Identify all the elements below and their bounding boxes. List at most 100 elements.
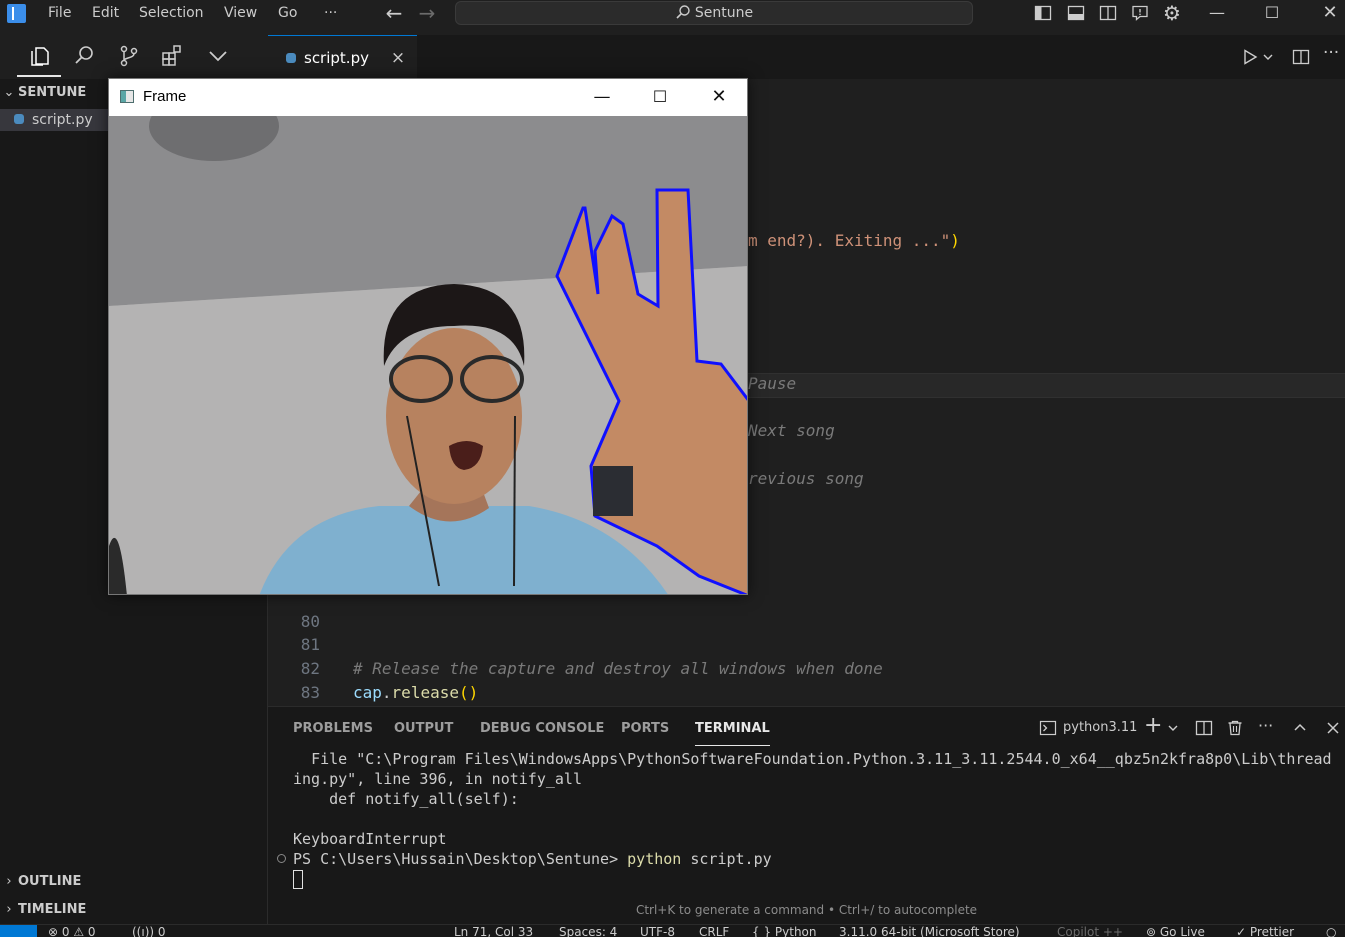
menu-file[interactable]: File <box>48 0 71 26</box>
terminal-command: python <box>627 850 682 868</box>
command-center-label: Sentune <box>694 5 754 21</box>
code-line-83: 83 cv2.destroyAllWindows() <box>268 657 1345 726</box>
comment-fragment-next: Next song <box>748 421 835 440</box>
menu-more[interactable]: ··· <box>324 0 337 26</box>
line-number: 83 <box>300 683 320 702</box>
tab-script-py[interactable]: script.py × <box>268 35 417 79</box>
search-icon[interactable] <box>72 43 98 69</box>
window-minimize-icon[interactable]: — <box>1203 0 1231 26</box>
terminal-line: KeyboardInterrupt <box>293 830 447 848</box>
webcam-feed-image <box>109 116 747 594</box>
status-encoding[interactable]: UTF-8 <box>640 926 675 937</box>
frame-window-title: Frame <box>143 88 187 105</box>
more-actions-icon[interactable]: ··· <box>1323 43 1339 63</box>
terminal-prompt: PS C:\Users\Hussain\Desktop\Sentune> <box>293 850 628 868</box>
frame-window-titlebar[interactable]: Frame — ☐ ✕ <box>109 79 747 116</box>
split-terminal-icon[interactable] <box>1195 719 1213 737</box>
status-indentation[interactable]: Spaces: 4 <box>559 926 617 937</box>
python-file-icon <box>286 53 296 63</box>
menu-go[interactable]: Go <box>278 0 297 26</box>
tab-problems[interactable]: PROBLEMS <box>293 721 373 745</box>
menu-selection[interactable]: Selection <box>139 0 204 26</box>
terminal-command-args: script.py <box>681 850 772 868</box>
title-bar: File Edit Selection View Go ··· ← → Sent… <box>0 0 1345 35</box>
editor-tabs-bar: script.py × ··· <box>268 35 1345 79</box>
chevron-right-icon: › <box>6 902 12 917</box>
frame-close-icon[interactable]: ✕ <box>704 85 734 109</box>
more-actions-icon[interactable]: ··· <box>1258 716 1273 735</box>
back-arrow-icon[interactable]: ← <box>385 3 403 23</box>
vscode-logo-icon <box>7 4 26 23</box>
explorer-icon[interactable] <box>27 43 53 69</box>
terminal-line: File "C:\Program Files\WindowsApps\Pytho… <box>293 750 1332 788</box>
terminal-line: def notify_all(self): <box>293 790 519 808</box>
terminal-dropdown-chevron-icon[interactable] <box>1167 722 1179 734</box>
code-line-82: 82 cap.release() <box>268 633 1345 702</box>
active-view-indicator <box>17 75 61 77</box>
outline-section[interactable]: › OUTLINE <box>0 871 267 893</box>
extensions-icon[interactable] <box>159 43 185 69</box>
frame-window-app-icon <box>120 90 134 103</box>
settings-gear-icon[interactable]: ⚙ <box>1163 3 1181 23</box>
new-terminal-plus-icon[interactable]: + <box>1144 713 1162 738</box>
status-problems[interactable]: ⊗ 0 ⚠ 0 <box>48 926 96 937</box>
code-dot: . <box>381 683 392 702</box>
feedback-icon[interactable] <box>1131 4 1149 22</box>
terminal-shell-label[interactable]: python3.11 <box>1063 720 1137 735</box>
toggle-panel-icon[interactable] <box>1067 4 1085 22</box>
status-prettier[interactable]: ✓ Prettier <box>1236 926 1294 937</box>
tab-ports[interactable]: PORTS <box>621 721 669 745</box>
tab-output[interactable]: OUTPUT <box>394 721 453 745</box>
bottom-panel: PROBLEMS OUTPUT DEBUG CONSOLE PORTS TERM… <box>268 706 1345 925</box>
status-cursor-position[interactable]: Ln 71, Col 33 <box>454 926 533 937</box>
string-fragment: m end?). Exiting ...") <box>748 229 960 253</box>
run-dropdown-chevron-icon[interactable] <box>1262 51 1274 63</box>
toggle-secondary-sidebar-icon[interactable] <box>1099 4 1117 22</box>
trash-icon[interactable] <box>1226 719 1244 737</box>
menu-edit[interactable]: Edit <box>92 0 119 26</box>
python-file-icon <box>14 114 24 124</box>
terminal-hint: Ctrl+K to generate a command • Ctrl+/ to… <box>635 903 978 917</box>
tab-debug-console[interactable]: DEBUG CONSOLE <box>480 721 604 745</box>
activity-bar <box>0 35 268 79</box>
window-close-icon[interactable]: ✕ <box>1316 0 1344 26</box>
chevron-down-icon[interactable] <box>205 43 231 69</box>
notifications-bell-icon[interactable]: ○ <box>1326 926 1336 937</box>
menu-view[interactable]: View <box>224 0 257 26</box>
command-center-search[interactable]: Sentune <box>455 1 973 25</box>
status-eol[interactable]: CRLF <box>699 926 729 937</box>
status-language[interactable]: { } Python <box>752 926 817 937</box>
window-maximize-icon[interactable]: ☐ <box>1258 0 1286 26</box>
maximize-panel-chevron-up-icon[interactable] <box>1292 720 1308 736</box>
terminal-icon <box>1039 720 1057 736</box>
terminal-prompt-line: PS C:\Users\Hussain\Desktop\Sentune> pyt… <box>293 849 1338 869</box>
terminal-output[interactable]: File "C:\Program Files\WindowsApps\Pytho… <box>293 749 1338 889</box>
forward-arrow-icon[interactable]: → <box>418 3 436 23</box>
chevron-right-icon: › <box>6 874 12 889</box>
chevron-down-icon: ⌄ <box>3 85 15 100</box>
split-editor-icon[interactable] <box>1292 48 1310 66</box>
status-go-live[interactable]: ⊚ Go Live <box>1146 926 1205 937</box>
opencv-frame-window[interactable]: Frame — ☐ ✕ <box>108 78 748 595</box>
timeline-section[interactable]: › TIMELINE <box>0 899 267 921</box>
exit-message-paren: ) <box>950 231 960 250</box>
frame-maximize-icon[interactable]: ☐ <box>645 85 675 109</box>
status-interpreter[interactable]: 3.11.0 64-bit (Microsoft Store) <box>839 926 1020 937</box>
file-label: script.py <box>32 112 93 128</box>
status-ports[interactable]: ((ı)) 0 <box>132 926 166 937</box>
code-paren: () <box>458 683 479 702</box>
close-panel-icon[interactable] <box>1325 720 1341 736</box>
status-copilot[interactable]: Copilot ++ <box>1057 926 1123 937</box>
run-python-file-icon[interactable] <box>1241 48 1259 66</box>
toggle-primary-sidebar-icon[interactable] <box>1034 4 1052 22</box>
frame-minimize-icon[interactable]: — <box>587 85 617 109</box>
file-item-script-py[interactable]: script.py <box>0 109 108 131</box>
terminal-cursor <box>293 870 303 889</box>
source-control-icon[interactable] <box>116 43 142 69</box>
remote-indicator-icon[interactable] <box>0 925 37 937</box>
close-icon[interactable]: × <box>390 36 406 80</box>
tab-terminal[interactable]: TERMINAL <box>695 721 770 746</box>
code-identifier: cap <box>353 683 382 702</box>
command-decoration-icon <box>277 854 286 863</box>
timeline-label: TIMELINE <box>18 902 87 917</box>
